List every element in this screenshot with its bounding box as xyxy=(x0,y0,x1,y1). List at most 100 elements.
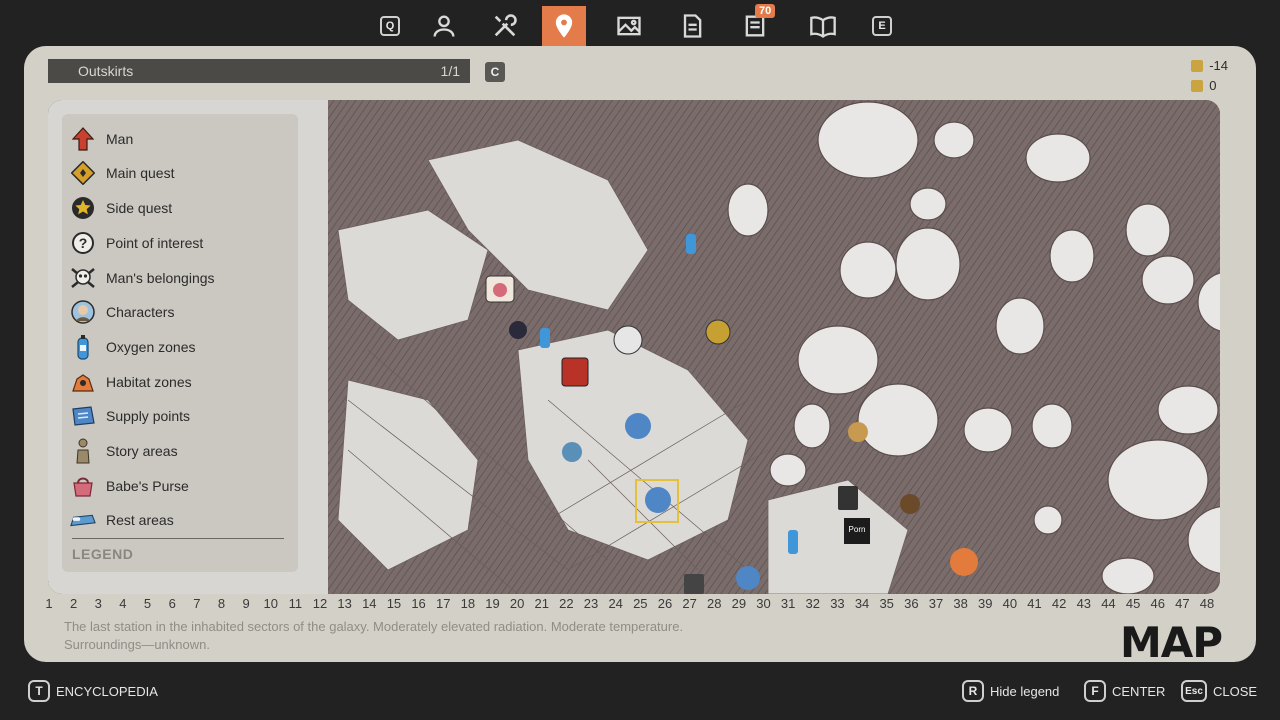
tab-encyclopedia[interactable] xyxy=(801,8,845,44)
tab-notes[interactable] xyxy=(670,8,714,44)
r-key-icon: R xyxy=(962,680,984,702)
legend-divider xyxy=(72,538,284,539)
scale-label: 48 xyxy=(1199,596,1215,611)
shop-marker[interactable] xyxy=(561,357,589,387)
legend-item-poi[interactable]: ? Point of interest xyxy=(70,228,203,258)
porn-marker[interactable]: Porn xyxy=(844,518,870,544)
thermometer-icon xyxy=(1191,60,1204,72)
encyclopedia-button[interactable]: T ENCYCLOPEDIA xyxy=(28,680,158,702)
scale-label: 32 xyxy=(805,596,821,611)
scale-label: 47 xyxy=(1175,596,1190,611)
legend-item-characters[interactable]: Characters xyxy=(70,297,174,327)
temperature-value: -14 xyxy=(1209,58,1228,73)
legend-item-rest[interactable]: Rest areas xyxy=(70,505,174,535)
scale-label: 17 xyxy=(435,596,451,611)
legend-item-story[interactable]: Story areas xyxy=(70,436,178,466)
tab-map[interactable] xyxy=(542,6,586,46)
bin-marker-2[interactable] xyxy=(684,574,704,594)
character-marker-2[interactable] xyxy=(562,442,582,462)
tab-crafting[interactable] xyxy=(483,8,527,44)
legend-item-supply[interactable]: Supply points xyxy=(70,401,190,431)
scale-label: 3 xyxy=(94,596,102,611)
oxygen-icon xyxy=(70,334,96,360)
scale-label: 12 xyxy=(312,596,328,611)
zone-name: Outskirts xyxy=(78,63,134,79)
zone-bar[interactable]: Outskirts 1/1 xyxy=(48,59,470,83)
habitat-marker-2[interactable] xyxy=(950,548,978,576)
scale-label: 4 xyxy=(119,596,127,611)
legend-label: Man xyxy=(106,131,134,147)
legend-item-side-quest[interactable]: Side quest xyxy=(70,193,172,223)
tab-gallery[interactable] xyxy=(607,8,651,44)
bin-marker[interactable] xyxy=(838,486,858,510)
tab-messages[interactable]: 70 xyxy=(733,4,777,44)
bed-icon xyxy=(70,507,96,533)
supply-marker[interactable] xyxy=(625,413,651,439)
legend-label: Supply points xyxy=(106,408,191,424)
scale-label: 25 xyxy=(633,596,648,611)
center-button[interactable]: F CENTER xyxy=(1084,680,1165,702)
legend-item-belongings[interactable]: Man's belongings xyxy=(70,263,215,293)
legend-item-habitat[interactable]: Habitat zones xyxy=(70,367,192,397)
scale-label: 14 xyxy=(362,596,377,611)
supply-marker-3[interactable] xyxy=(736,566,760,590)
scale-label: 19 xyxy=(485,596,500,611)
hide-legend-button[interactable]: R Hide legend xyxy=(962,680,1059,702)
tools-icon xyxy=(494,14,517,37)
legend-item-man[interactable]: Man xyxy=(70,124,133,154)
scale-label: 13 xyxy=(337,596,352,611)
legend-item-oxygen[interactable]: Oxygen zones xyxy=(70,332,196,362)
tab-next-key[interactable]: E xyxy=(860,8,904,44)
switch-zone-key[interactable]: C xyxy=(485,62,505,82)
scale-label: 46 xyxy=(1150,596,1165,611)
story-marker[interactable] xyxy=(485,275,515,303)
tab-prev-key[interactable]: Q xyxy=(368,8,412,44)
svg-text:?: ? xyxy=(79,235,88,251)
habitat-marker[interactable] xyxy=(705,319,731,345)
legend-label: Rest areas xyxy=(106,512,174,528)
legend-label: Point of interest xyxy=(106,235,204,251)
star-icon xyxy=(70,195,96,221)
map-pin-icon xyxy=(555,14,573,38)
scale-label: 40 xyxy=(1002,596,1018,611)
character-marker-4[interactable] xyxy=(900,494,920,514)
legend-item-purse[interactable]: Babe's Purse xyxy=(70,471,189,501)
book-icon xyxy=(810,16,836,38)
scale-label: 31 xyxy=(780,596,796,611)
scale-label: 23 xyxy=(583,596,599,611)
close-button[interactable]: Esc CLOSE xyxy=(1181,680,1257,702)
f-key-icon: F xyxy=(1084,680,1106,702)
legend-label: Characters xyxy=(106,304,175,320)
character-marker-3[interactable] xyxy=(848,422,868,442)
e-key-icon: E xyxy=(872,16,892,36)
scale-label: 6 xyxy=(168,596,176,611)
scale-label: 22 xyxy=(559,596,574,611)
scale-label: 27 xyxy=(682,596,697,611)
top-tab-bar: Q 70 E xyxy=(0,0,1280,46)
question-icon: ? xyxy=(70,230,96,256)
toilet-marker[interactable] xyxy=(613,325,643,355)
person-icon xyxy=(433,15,455,37)
scale-label: 37 xyxy=(928,596,944,611)
oxygen-marker[interactable] xyxy=(540,328,550,348)
story-icon xyxy=(70,438,96,464)
legend-item-main-quest[interactable]: Main quest xyxy=(70,158,174,188)
legend-label: Story areas xyxy=(106,443,178,459)
zone-count: 1/1 xyxy=(440,63,460,79)
oxygen-marker-2[interactable] xyxy=(686,234,696,254)
scale-label: 9 xyxy=(242,596,250,611)
status-readout: -14 0 xyxy=(1191,56,1228,96)
scale-label: 39 xyxy=(978,596,993,611)
legend-title: LEGEND xyxy=(72,546,134,562)
zone-description-line-1: The last station in the inhabited sector… xyxy=(64,619,684,634)
document-icon xyxy=(683,14,702,38)
zone-description: The last station in the inhabited sector… xyxy=(64,618,824,654)
scale-label: 34 xyxy=(854,596,870,611)
scale-label: 11 xyxy=(288,596,303,611)
oxygen-marker-3[interactable] xyxy=(788,530,798,554)
scale-label: 2 xyxy=(70,596,78,611)
scale-label: 21 xyxy=(534,596,549,611)
hide-legend-label: Hide legend xyxy=(990,683,1060,699)
tab-character[interactable] xyxy=(422,8,466,44)
character-marker[interactable] xyxy=(509,321,527,339)
